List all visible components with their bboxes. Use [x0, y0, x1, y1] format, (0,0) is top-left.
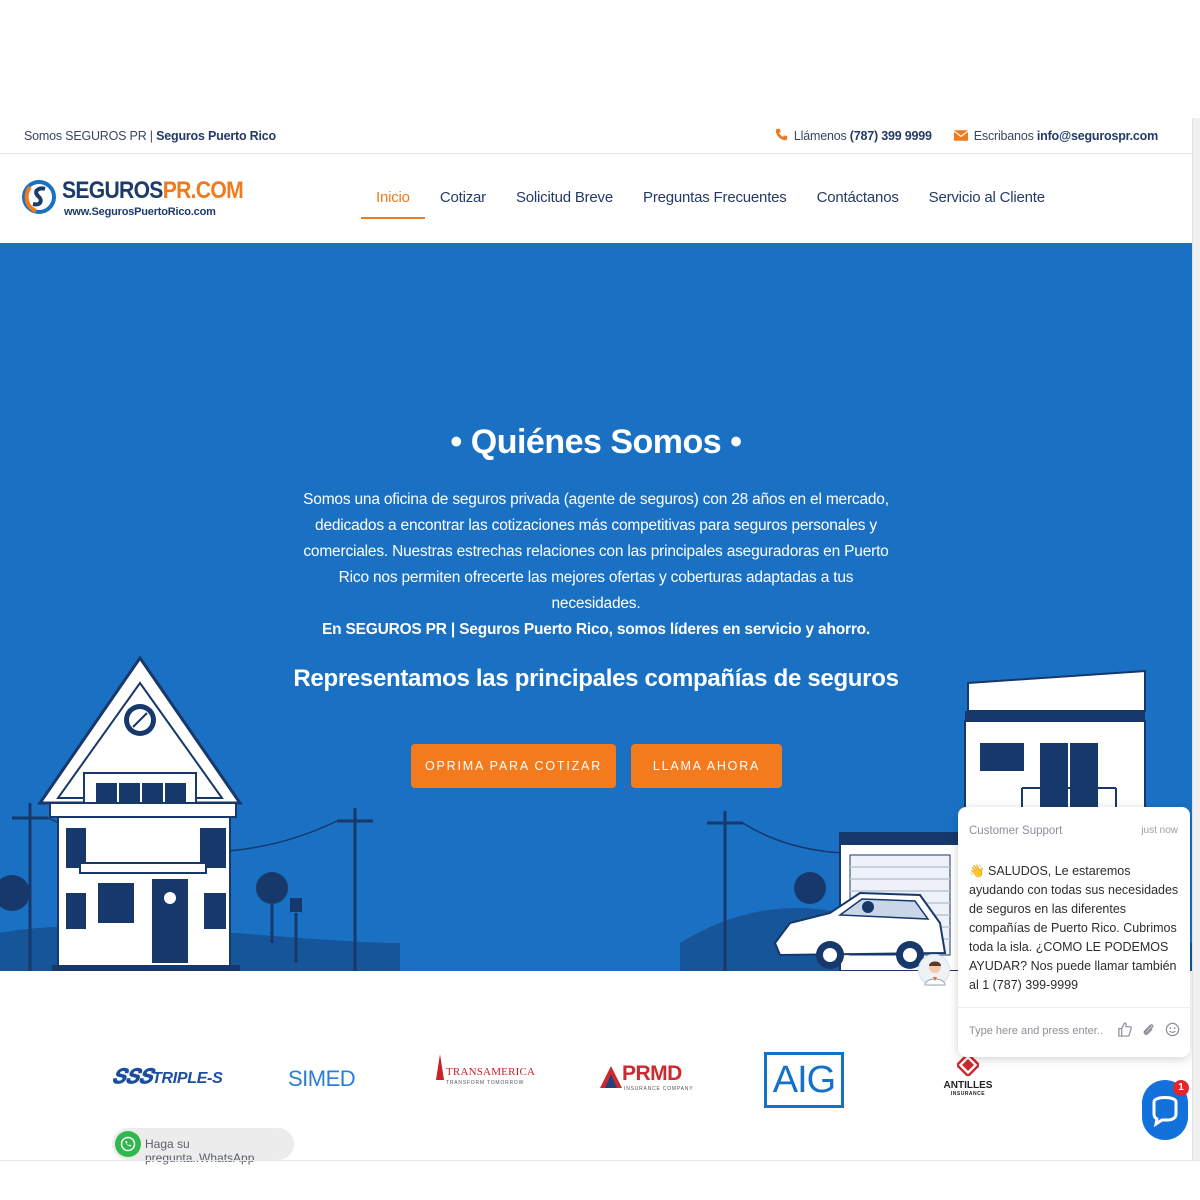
- prmd-triangle-icon: [600, 1066, 622, 1088]
- prmd-label: PRMD: [622, 1062, 682, 1085]
- hero-paragraph: Somos una oficina de seguros privada (ag…: [300, 487, 892, 643]
- partner-aig[interactable]: AIG: [764, 1052, 844, 1108]
- prmd-tag: INSURANCE COMPANY: [624, 1086, 694, 1092]
- brand-bold: Seguros Puerto Rico: [156, 129, 276, 143]
- antilles-emblem-icon: [957, 1054, 979, 1076]
- site-header: SEGUROSPR.COM www.SegurosPuertoRico.com …: [0, 155, 1192, 243]
- page-scrollbar[interactable]: [1192, 118, 1200, 1160]
- quote-button[interactable]: OPRIMA PARA COTIZAR: [411, 744, 616, 788]
- hero-paragraph-text: Somos una oficina de seguros privada (ag…: [303, 491, 889, 612]
- chat-message: 👋 SALUDOS, Le estaremos ayudando con tod…: [969, 864, 1179, 992]
- triple-s-mark-icon: 𝑺𝑺𝑺: [112, 1066, 152, 1088]
- logo-url: www.SegurosPuertoRico.com: [64, 206, 216, 218]
- nav-inicio[interactable]: Inicio: [361, 185, 425, 219]
- agent-avatar: [918, 954, 950, 986]
- paperclip-icon[interactable]: [1141, 1022, 1156, 1041]
- transamerica-tag: TRANSFORM TOMORROW: [446, 1080, 525, 1086]
- antilles-label: ANTILLES: [943, 1080, 993, 1091]
- phone-icon: [775, 128, 788, 144]
- logo-mark-icon: [22, 180, 56, 214]
- chat-timestamp: just now: [1141, 825, 1178, 836]
- site-logo[interactable]: SEGUROSPR.COM www.SegurosPuertoRico.com: [22, 173, 244, 225]
- logo-wordmark: SEGUROSPR.COM: [62, 177, 244, 205]
- hero-subtitle: Representamos las principales compañías …: [0, 665, 1192, 693]
- chat-input-placeholder[interactable]: Type here and press enter..: [969, 1025, 1103, 1037]
- brand-prefix: Somos SEGUROS PR |: [24, 129, 157, 143]
- hero-subtitle-bold: principales compañías de seguros: [514, 665, 899, 692]
- nav-cotizar[interactable]: Cotizar: [425, 185, 501, 219]
- antilles-tag: INSURANCE: [950, 1091, 986, 1097]
- nav-contactanos[interactable]: Contáctanos: [802, 185, 914, 219]
- phone-number: (787) 399 9999: [849, 129, 932, 143]
- call-now-button[interactable]: LLAMA AHORA: [631, 744, 782, 788]
- chat-input-area[interactable]: Type here and press enter..: [958, 1007, 1190, 1057]
- whatsapp-button[interactable]: Haga su pregunta..WhatsApp: [112, 1128, 294, 1165]
- bottom-divider: [0, 1160, 1200, 1161]
- whatsapp-icon: [115, 1131, 141, 1157]
- thumbs-up-icon[interactable]: [1117, 1022, 1132, 1041]
- top-info-bar: Somos SEGUROS PR | Seguros Puerto Rico L…: [0, 118, 1192, 154]
- brand-tagline: Somos SEGUROS PR | Seguros Puerto Rico: [24, 129, 276, 143]
- emoji-icon[interactable]: [1165, 1022, 1180, 1041]
- triple-s-label: TRIPLE-S: [151, 1070, 223, 1087]
- partner-triple-s[interactable]: 𝑺𝑺𝑺TRIPLE-S: [112, 1066, 223, 1089]
- unread-badge: 1: [1173, 1080, 1189, 1096]
- transamerica-pyramid-icon: [436, 1054, 444, 1080]
- logo-word-1: SEGUROS: [62, 177, 163, 204]
- main-nav: Inicio Cotizar Solicitud Breve Preguntas…: [361, 185, 1060, 219]
- hero-subtitle-prefix: Representamos las: [293, 665, 515, 692]
- partner-simed[interactable]: SIMED: [288, 1066, 356, 1092]
- hero-title: • Quiénes Somos •: [450, 423, 742, 461]
- email-prefix: Escribanos: [973, 129, 1037, 143]
- nav-preguntas-frecuentes[interactable]: Preguntas Frecuentes: [628, 185, 802, 219]
- phone-link[interactable]: Llámenos (787) 399 9999: [775, 128, 932, 144]
- partner-antilles[interactable]: ANTILLES INSURANCE: [936, 1054, 1000, 1097]
- agent-avatar-icon: [924, 961, 946, 986]
- logo-word-2: PR.COM: [162, 177, 244, 204]
- nav-servicio-al-cliente[interactable]: Servicio al Cliente: [914, 185, 1060, 219]
- nav-solicitud-breve[interactable]: Solicitud Breve: [501, 185, 628, 219]
- envelope-icon: [953, 128, 969, 144]
- email-link[interactable]: Escribanos info@segurospr.com: [953, 128, 1158, 144]
- email-address: info@segurospr.com: [1036, 129, 1158, 143]
- hero-paragraph-bold: En SEGUROS PR | Seguros Puerto Rico, som…: [321, 621, 871, 638]
- chat-header: Customer Support: [969, 825, 1063, 837]
- chat-popup[interactable]: Customer Support just now 👋 SALUDOS, Le …: [958, 807, 1190, 1057]
- transamerica-label: TRANSAMERICA: [446, 1066, 536, 1078]
- phone-prefix: Llámenos: [793, 129, 850, 143]
